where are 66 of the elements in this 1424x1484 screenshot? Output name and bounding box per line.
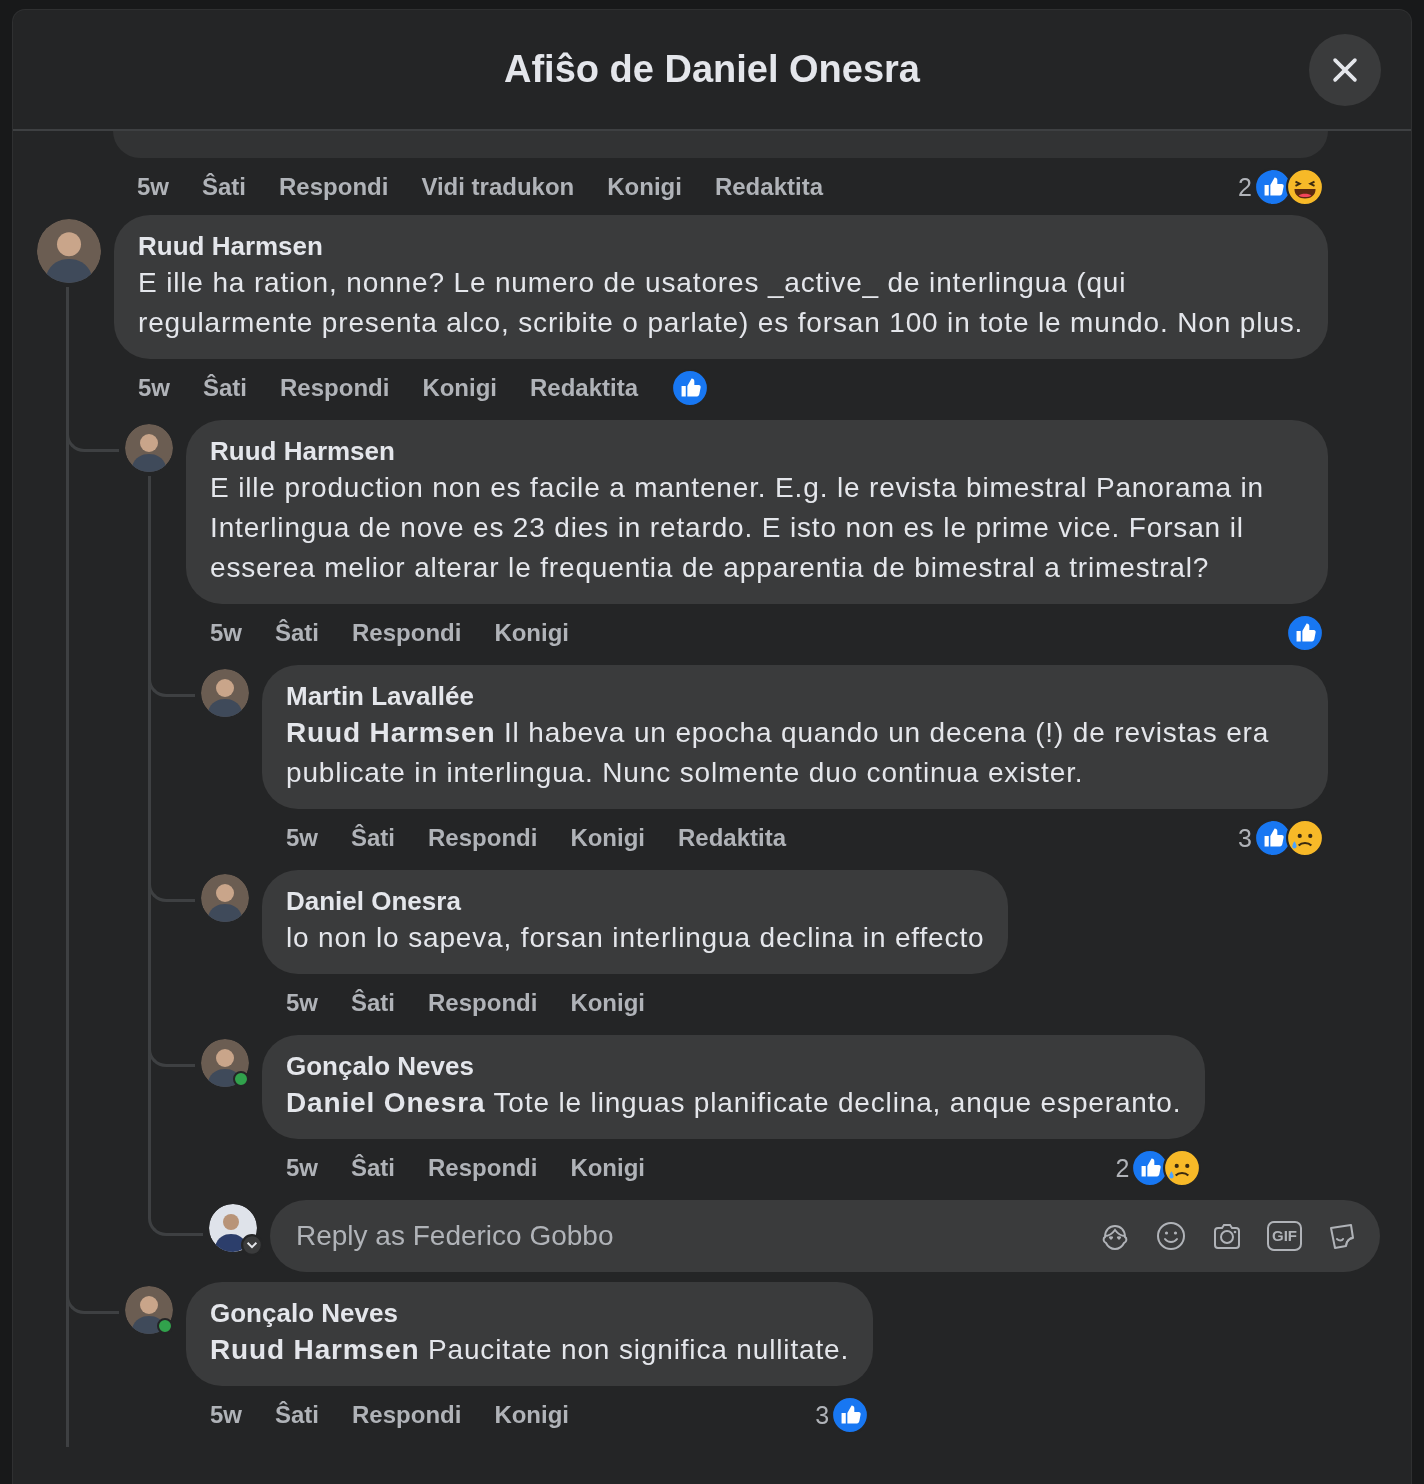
comment-author[interactable]: Gonçalo Neves <box>210 1296 850 1330</box>
comment-action-link[interactable]: Konigi <box>570 1154 646 1182</box>
sad-face-icon[interactable] <box>1163 1149 1202 1187</box>
like-reaction-icon[interactable] <box>671 369 710 407</box>
comment-action-link[interactable]: Redaktita <box>714 173 823 201</box>
comment-time: 5w <box>137 173 169 201</box>
avatar[interactable] <box>201 669 249 717</box>
comment-action-link[interactable]: Respondi <box>428 824 538 852</box>
comment-author[interactable]: Daniel Onesra <box>286 884 985 918</box>
comment-text: lo non lo sapeva, forsan interlingua declina in effecto <box>286 921 985 955</box>
comment-action-link[interactable]: Ŝati <box>203 374 248 402</box>
comment-action-link[interactable]: Konigi <box>494 619 570 647</box>
comment-action-link[interactable]: Vidi tradukon <box>421 173 575 201</box>
comment-time: 5w <box>286 989 318 1017</box>
comment-action-link[interactable]: Respondi <box>352 619 462 647</box>
comment-time: 5w <box>210 1401 242 1429</box>
comment-text: Daniel Onesra Tote le linguas planificate declina, anque esperanto. <box>286 1086 1182 1120</box>
dialog-title: Afiŝo de Daniel Onesra <box>504 48 920 91</box>
comment-text: Ruud Harmsen Paucitate non significa nullitate. <box>210 1333 850 1367</box>
avatar[interactable] <box>201 874 249 922</box>
avatar[interactable] <box>125 424 173 472</box>
comment-action-link[interactable]: Respondi <box>352 1401 462 1429</box>
comment-action-link[interactable]: Konigi <box>570 824 646 852</box>
comment-action-link[interactable]: Ŝati <box>351 1154 396 1182</box>
comment-action-link[interactable]: Redaktita <box>678 824 787 852</box>
comment-action-link[interactable]: Konigi <box>494 1401 570 1429</box>
comment-time: 5w <box>286 1154 318 1182</box>
gif-button[interactable]: GIF <box>1267 1221 1302 1251</box>
comment-action-link[interactable]: Konigi <box>422 374 498 402</box>
avatar[interactable] <box>201 1039 249 1087</box>
avatar[interactable] <box>125 1286 173 1334</box>
reaction-count: 3 <box>815 1400 830 1430</box>
smiley-icon[interactable] <box>1155 1220 1187 1252</box>
comment-action-link[interactable]: Konigi <box>607 173 682 201</box>
laughing-face-icon[interactable] <box>1286 168 1324 206</box>
chevron-down-icon[interactable] <box>241 1234 263 1256</box>
comment-action-link[interactable]: Respondi <box>428 989 538 1017</box>
comment-author[interactable]: Gonçalo Neves <box>286 1049 1182 1083</box>
comment-action-link[interactable]: Ŝati <box>275 1401 320 1429</box>
comment-time: 5w <box>286 824 318 852</box>
comment-action-link[interactable]: Redaktita <box>530 374 639 402</box>
comment-action-link[interactable]: Ŝati <box>351 824 396 852</box>
reaction-count: 3 <box>1238 823 1252 853</box>
comment-author[interactable]: Martin Lavallée <box>286 679 1304 713</box>
comment-author[interactable]: Ruud Harmsen <box>138 229 1304 263</box>
comment-time: 5w <box>138 374 170 402</box>
comment-time: 5w <box>210 619 242 647</box>
comment-text: E ille production non es facile a mantener. E.g. le revista bimestral Panorama in Interlingua de nove es 23 dies in retardo. E isto non es le prime vice. Forsan il esserea melior alterar le frequentia de apparentia de bimestral a trimestral? <box>210 471 1266 585</box>
comment-author[interactable]: Ruud Harmsen <box>210 434 1304 468</box>
like-reaction-icon[interactable] <box>1286 614 1324 652</box>
reaction-count: 2 <box>1115 1153 1130 1183</box>
reply-field[interactable]: Reply as Federico Gobbo GIF <box>270 1200 1380 1272</box>
comment-action-link[interactable]: Konigi <box>570 989 646 1017</box>
comment-text: Ruud Harmsen Il habeva un epocha quando un decena (!) de revistas era publicate in interlingua. Nunc solmente duo continua exister. <box>286 716 1271 790</box>
like-reaction-icon[interactable] <box>831 1396 870 1434</box>
reaction-count: 2 <box>1238 172 1252 202</box>
comment-action-link[interactable]: Ŝati <box>275 619 320 647</box>
thread-connector <box>148 1200 203 1236</box>
comment-action-link[interactable]: Ŝati <box>202 173 247 201</box>
comment-action-link[interactable]: Respondi <box>428 1154 538 1182</box>
comment-action-link[interactable]: Respondi <box>279 173 389 201</box>
avatar[interactable] <box>37 219 101 283</box>
comment-action-link[interactable]: Respondi <box>280 374 390 402</box>
comment-action-link[interactable]: Ŝati <box>351 989 396 1017</box>
sad-face-icon[interactable] <box>1286 819 1324 857</box>
comment-text: E ille ha ration, nonne? Le numero de usatores _active_ de interlingua (qui regularmente presenta alco, scribite o parlate) es forsan 100 in tote le mundo. Non plus. <box>138 266 1304 340</box>
